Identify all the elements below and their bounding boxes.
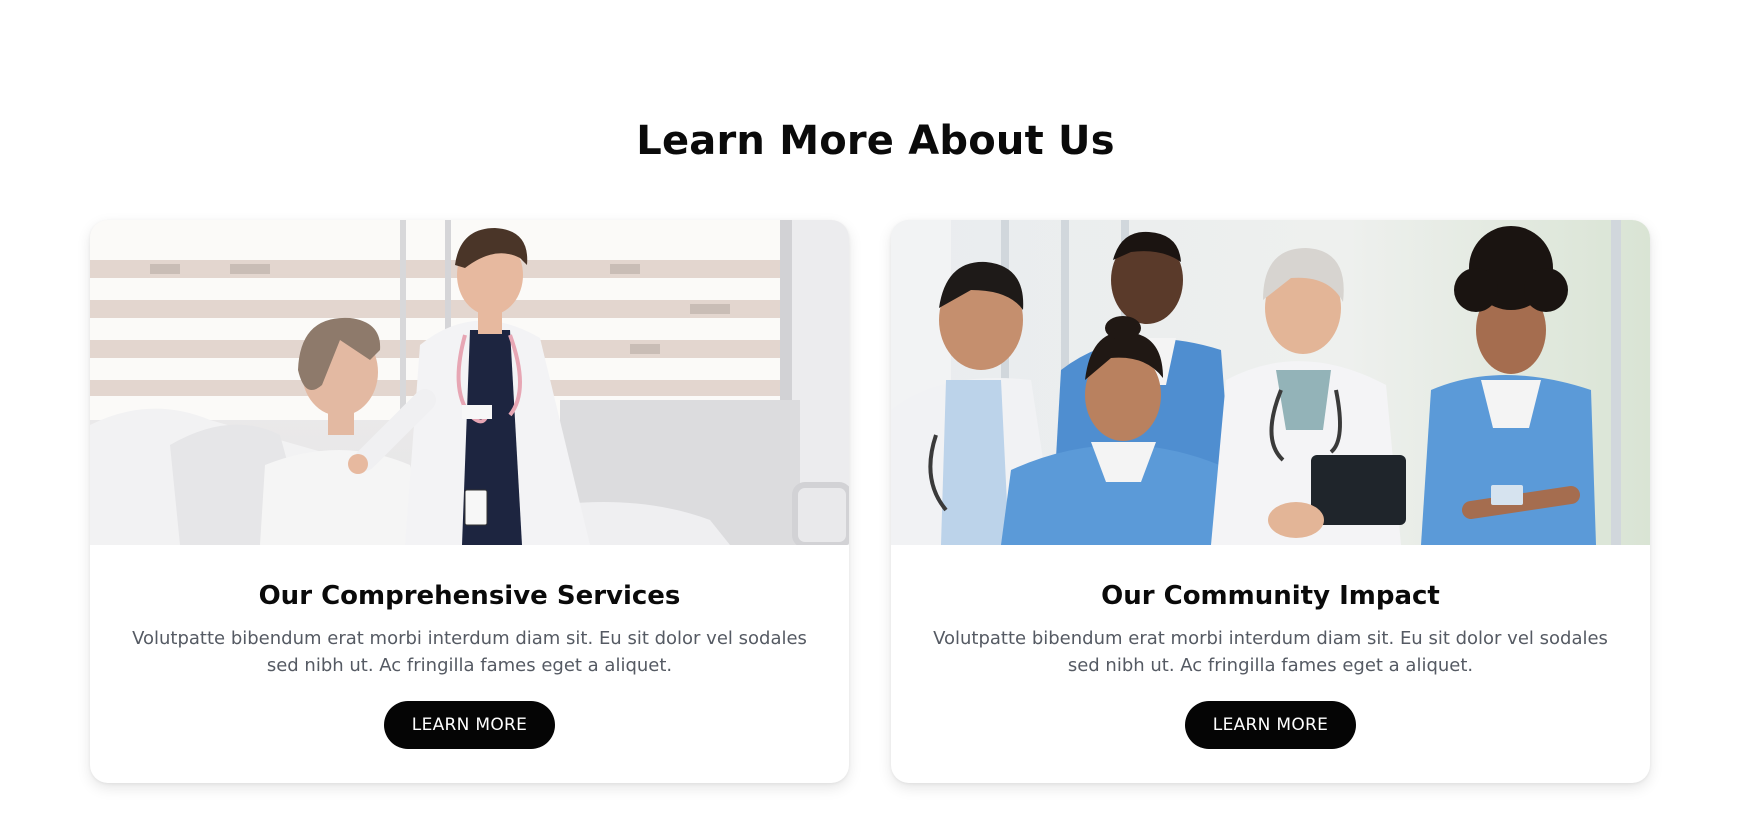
- card-community: Our Community Impact Volutpatte bibendum…: [891, 220, 1650, 783]
- card-title: Our Comprehensive Services: [258, 581, 681, 611]
- card-title: Our Community Impact: [1101, 581, 1440, 611]
- medical-team-illustration: [891, 220, 1650, 545]
- card-description: Volutpatte bibendum erat morbi interdum …: [132, 628, 807, 676]
- learn-more-button[interactable]: LEARN MORE: [1184, 701, 1357, 749]
- section-title: Learn More About Us: [636, 118, 1115, 164]
- doctor-patient-illustration: [90, 220, 849, 545]
- card-services: Our Comprehensive Services Volutpatte bi…: [90, 220, 849, 783]
- learn-more-section: Learn More About Us Our Comprehensive Se…: [0, 0, 1751, 819]
- community-image: [891, 220, 1650, 545]
- learn-more-button[interactable]: LEARN MORE: [383, 701, 556, 749]
- cards-row: Our Comprehensive Services Volutpatte bi…: [90, 220, 1650, 783]
- services-image: [90, 220, 849, 545]
- card-description: Volutpatte bibendum erat morbi interdum …: [933, 628, 1608, 676]
